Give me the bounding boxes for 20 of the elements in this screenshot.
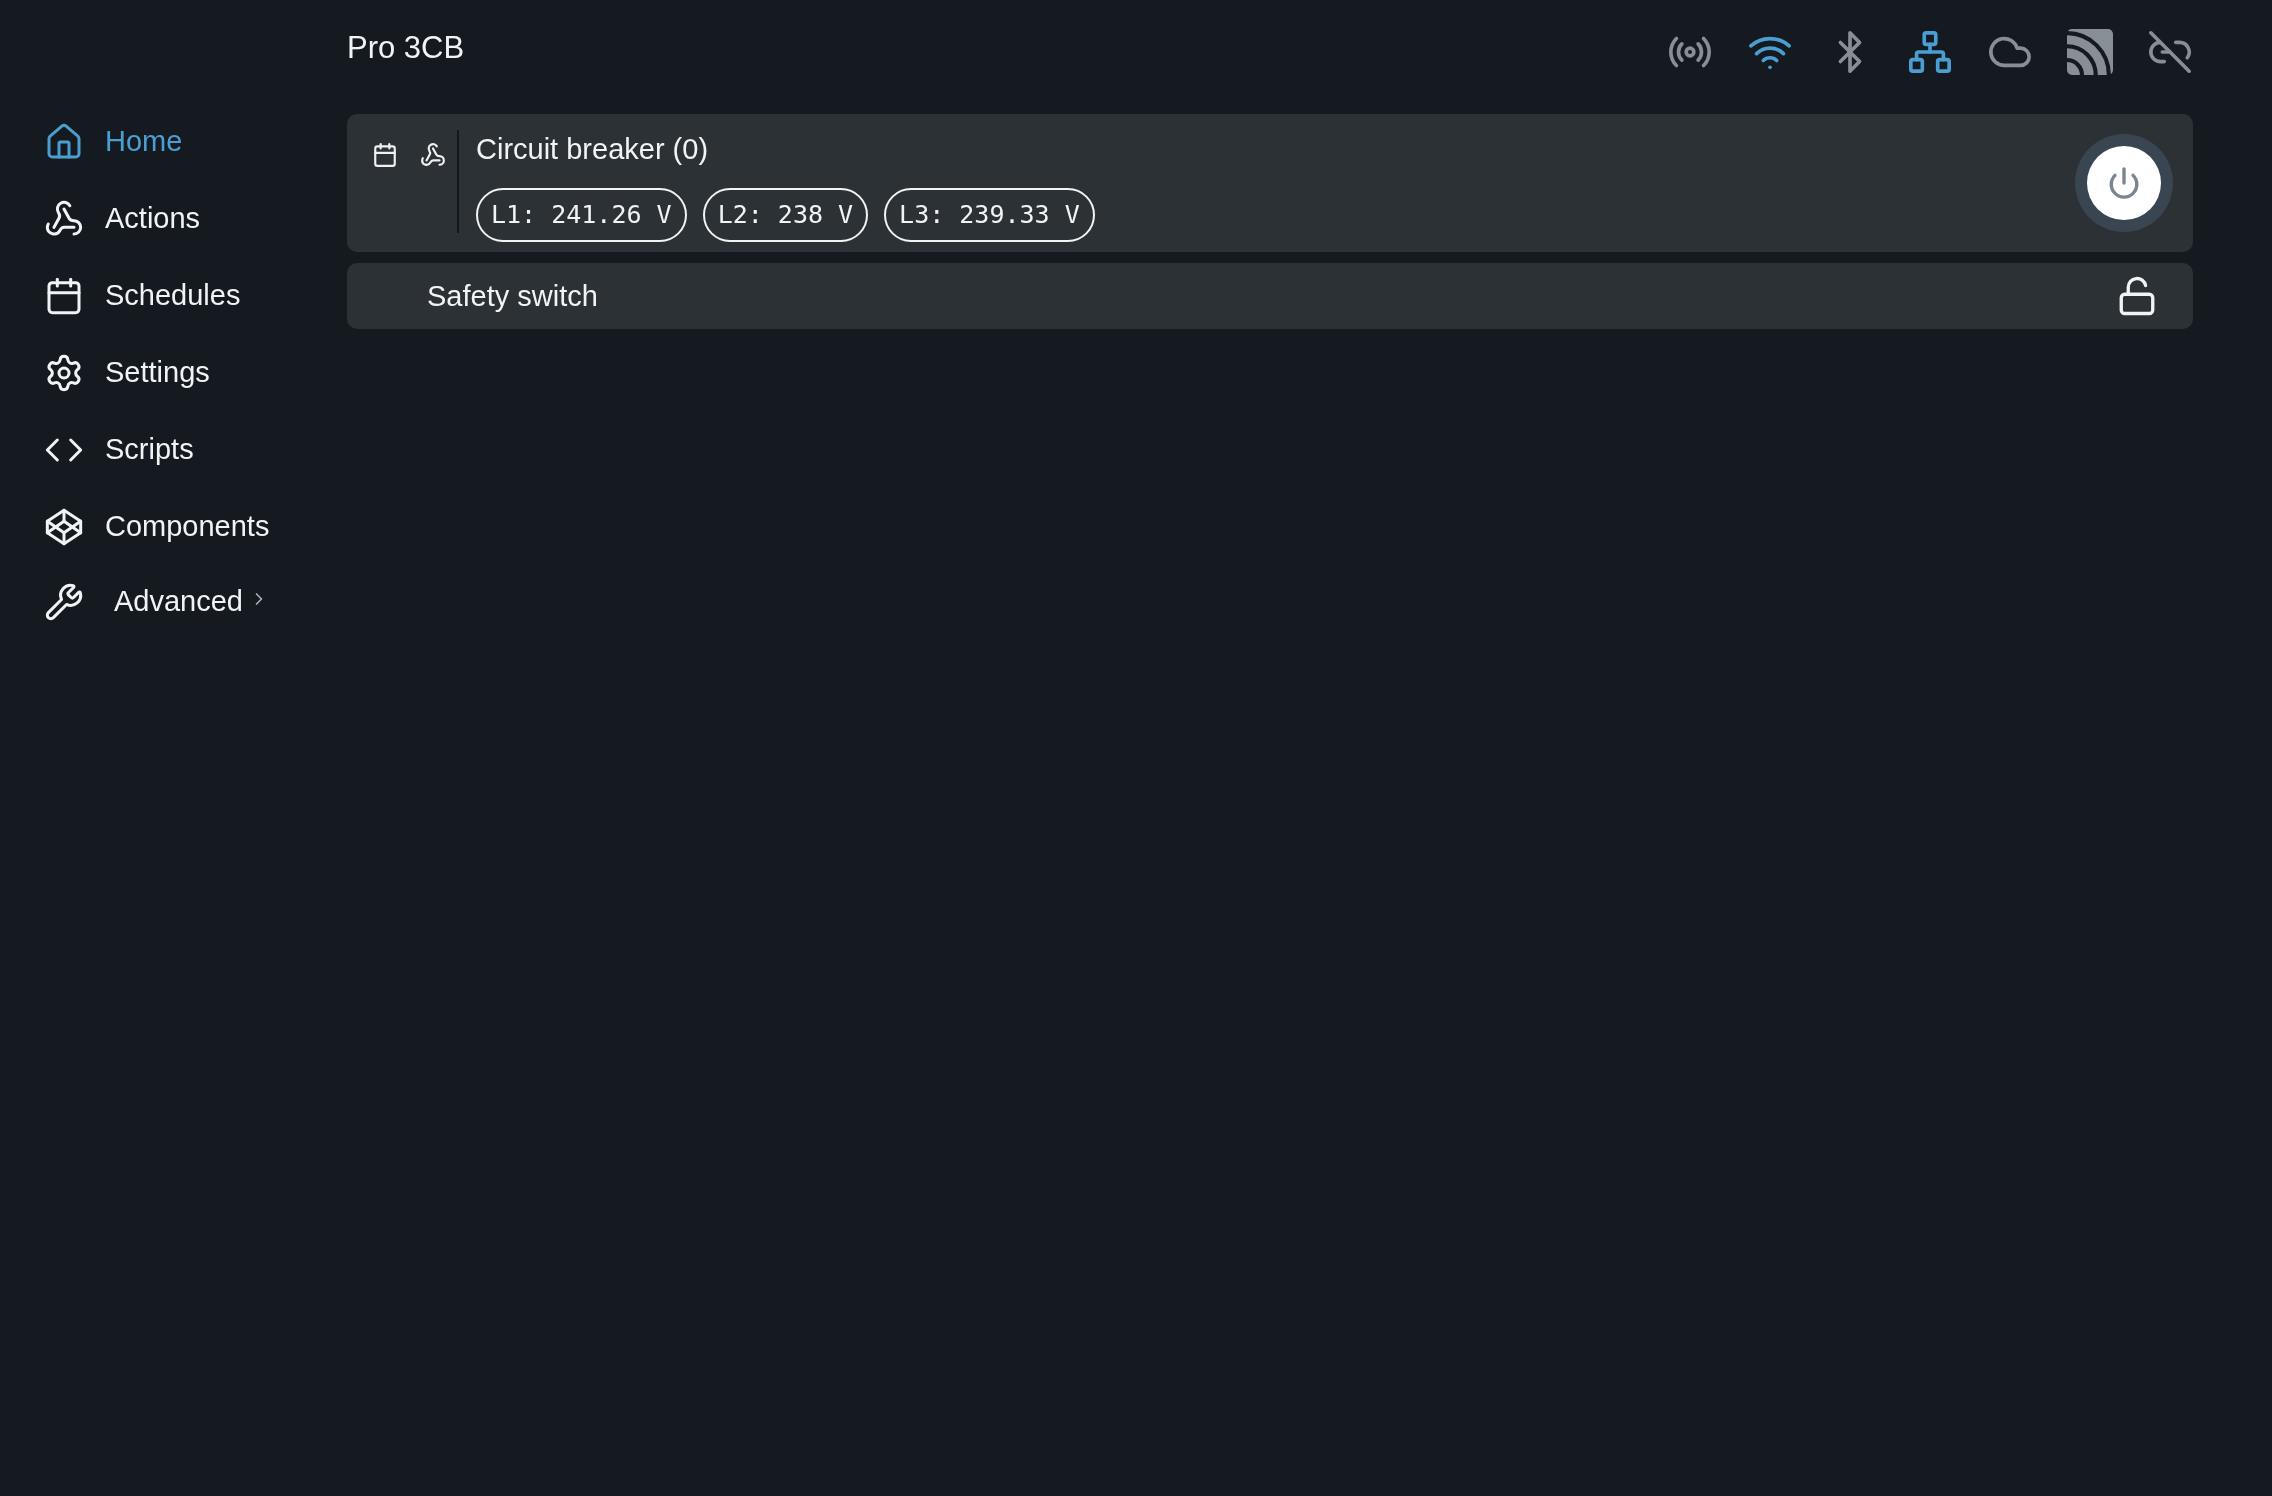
sidebar-item[interactable]: Components xyxy=(44,488,347,565)
sidebar-item[interactable]: Settings xyxy=(44,334,347,411)
webhook-icon xyxy=(44,198,84,239)
sidebar-item[interactable]: Scripts xyxy=(44,411,347,488)
voltage-reading: L1: 241.26 V xyxy=(476,188,687,242)
power-icon xyxy=(2107,166,2141,200)
calendar-icon xyxy=(372,142,398,168)
component-title: Safety switch xyxy=(427,279,598,314)
sidebar-item[interactable]: Advanced xyxy=(44,565,347,639)
device-title: Pro 3CB xyxy=(347,28,465,67)
sidebar-item[interactable]: Actions xyxy=(44,180,347,257)
webhook-icon xyxy=(420,142,446,168)
cube-icon xyxy=(44,506,84,547)
wrench-icon xyxy=(44,582,84,622)
sidebar-item[interactable]: Home xyxy=(44,103,347,180)
voltage-reading: L2: 238 V xyxy=(702,188,869,242)
component-title: Circuit breaker (0) xyxy=(476,132,710,167)
voltage-reading: L3: 239.33 V xyxy=(884,188,1095,242)
sidebar-item[interactable]: Schedules xyxy=(44,257,347,334)
settings-icon xyxy=(44,352,84,393)
